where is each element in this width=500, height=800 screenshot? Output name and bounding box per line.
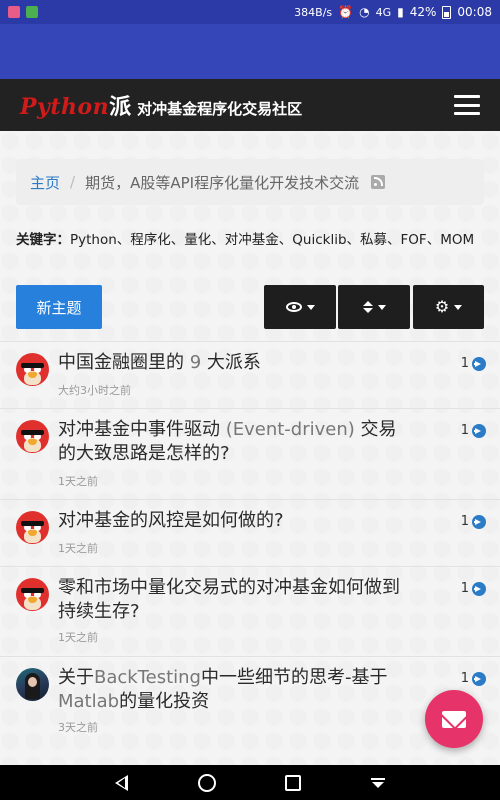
avatar[interactable]: [16, 511, 49, 544]
topic-timestamp: 1天之前: [58, 475, 98, 488]
topic-title[interactable]: 零和市场中量化交易式的对冲基金如何做到持续生存?: [58, 576, 408, 624]
breadcrumb-separator: /: [70, 173, 76, 191]
breadcrumb: 主页 / 期货，A股等API程序化量化开发技术交流: [16, 159, 484, 205]
net-speed: 384B/s: [294, 5, 333, 19]
topic-timestamp: 3天之前: [58, 721, 98, 734]
back-icon[interactable]: [114, 774, 128, 791]
reply-count-value: 1: [460, 671, 469, 686]
arrow-circle-right-icon: [472, 514, 486, 529]
notification-app-icon: [26, 6, 38, 18]
reply-count-value: 1: [460, 356, 469, 371]
caret-down-icon: [454, 304, 463, 310]
recent-apps-icon[interactable]: [285, 774, 302, 791]
reply-count[interactable]: 1: [461, 423, 486, 438]
topic-item[interactable]: 零和市场中量化交易式的对冲基金如何做到持续生存? 1天之前 1: [0, 566, 500, 656]
wifi-icon: ◔: [359, 5, 370, 19]
reply-count-value: 1: [460, 514, 469, 529]
menu-icon[interactable]: [454, 95, 480, 115]
caret-down-icon: [306, 304, 315, 310]
topic-timestamp: 大约3小时之前: [58, 384, 131, 397]
topic-title[interactable]: 中国金融圈里的 9 大派系: [58, 351, 408, 375]
rss-icon[interactable]: [371, 175, 386, 189]
caret-down-icon: [377, 304, 386, 310]
gear-icon: ⚙: [434, 297, 450, 316]
reply-count[interactable]: 1: [461, 581, 486, 596]
tools-dropdown-button[interactable]: ⚙: [413, 285, 484, 329]
reply-count[interactable]: 1: [461, 671, 486, 686]
topic-item[interactable]: 对冲基金的风控是如何做的? 1天之前 1: [0, 499, 500, 566]
notification-pull-icon[interactable]: [371, 777, 386, 788]
clock: 00:08: [457, 5, 492, 19]
battery-percent: 42%: [409, 5, 437, 19]
battery-icon: [442, 5, 452, 19]
status-bar: 384B/s ⏰ ◔ 4G ▮ 42% 00:08: [0, 0, 500, 24]
network-type: 4G: [375, 5, 392, 19]
arrow-circle-right-icon: [472, 423, 486, 438]
avatar[interactable]: [16, 578, 49, 611]
reply-count[interactable]: 1: [461, 356, 486, 371]
signal-icon: ▮: [397, 5, 404, 19]
app-top-band: [0, 24, 500, 79]
topic-item[interactable]: 关于BackTesting中一些细节的思考-基于Matlab的量化投资 3天之前…: [0, 656, 500, 751]
avatar[interactable]: [16, 353, 49, 386]
topic-item[interactable]: 对冲基金中事件驱动 (Event-driven) 交易的大致思路是怎样的? 1天…: [0, 408, 500, 499]
topic-title[interactable]: 对冲基金的风控是如何做的?: [58, 509, 408, 533]
mail-icon: [442, 710, 466, 728]
site-logo[interactable]: Python 派 对冲基金程序化交易社区: [20, 89, 302, 121]
arrow-circle-right-icon: [472, 581, 486, 596]
new-topic-button[interactable]: 新主题: [16, 285, 102, 329]
android-nav-bar: [0, 765, 500, 800]
keywords: 关键字：Python、程序化、量化、对冲基金、Quicklib、私募、FOF、M…: [16, 229, 484, 251]
site-header: Python 派 对冲基金程序化交易社区: [0, 79, 500, 131]
eye-icon: [285, 302, 302, 312]
breadcrumb-current: 期货，A股等API程序化量化开发技术交流: [85, 173, 360, 192]
topic-toolbar: 新主题 ⚙: [16, 285, 484, 329]
logo-python-text: Python: [20, 94, 110, 120]
reply-count-value: 1: [460, 581, 469, 596]
avatar[interactable]: [16, 420, 49, 453]
topic-timestamp: 1天之前: [58, 631, 98, 644]
topic-item[interactable]: 中国金融圈里的 9 大派系 大约3小时之前 1: [0, 341, 500, 408]
notification-app-icon: [8, 6, 20, 18]
topic-title[interactable]: 关于BackTesting中一些细节的思考-基于Matlab的量化投资: [58, 666, 388, 714]
home-icon[interactable]: [197, 773, 216, 792]
sort-dropdown-button[interactable]: [338, 285, 410, 329]
sort-icon: [362, 301, 373, 313]
topic-timestamp: 1天之前: [58, 542, 98, 555]
logo-subtitle: 对冲基金程序化交易社区: [137, 100, 303, 118]
compose-message-button[interactable]: [425, 690, 483, 748]
arrow-circle-right-icon: [472, 671, 486, 686]
watch-dropdown-button[interactable]: [264, 285, 336, 329]
reply-count-value: 1: [460, 423, 469, 438]
keywords-label: 关键字：: [16, 232, 70, 248]
main-content: 主页 / 期货，A股等API程序化量化开发技术交流 关键字：Python、程序化…: [0, 131, 500, 765]
logo-pai-text: 派: [109, 95, 132, 120]
reply-count[interactable]: 1: [461, 514, 486, 529]
topic-title[interactable]: 对冲基金中事件驱动 (Event-driven) 交易的大致思路是怎样的?: [58, 418, 408, 466]
keywords-text: Python、程序化、量化、对冲基金、Quicklib、私募、FOF、MOM: [70, 232, 475, 248]
arrow-circle-right-icon: [472, 356, 486, 371]
avatar[interactable]: [16, 668, 49, 701]
alarm-icon: ⏰: [338, 5, 354, 19]
breadcrumb-home-link[interactable]: 主页: [30, 172, 60, 193]
